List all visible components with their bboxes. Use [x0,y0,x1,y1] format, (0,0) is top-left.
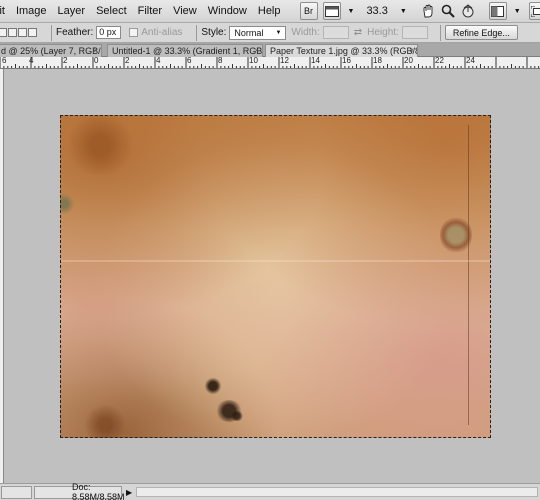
status-bar: Doc: 8.58M/8.58M ▶ [0,482,540,500]
menu-filter[interactable]: Filter [138,5,162,17]
bridge-label: Br [304,6,313,16]
menu-bar: lit Image Layer Select Filter View Windo… [0,0,540,23]
width-input [322,26,349,39]
selection-mode-add-icon[interactable] [8,28,17,37]
tab-label: Paper Texture 1.jpg @ 33.3% (RGB/8#) [270,46,418,56]
ruler-label: 4 [29,57,34,65]
horizontal-scrollbar[interactable] [136,487,539,497]
menu-select[interactable]: Select [96,5,127,17]
ruler-label: 20 [404,57,413,65]
ruler-label: 2 [63,57,68,65]
close-icon[interactable]: × [93,45,98,57]
tab-document-2[interactable]: Untitled-1 @ 33.3% (Gradient 1, RGB/8) *… [107,44,263,57]
tab-label: d @ 25% (Layer 7, RGB/8) * [1,46,101,56]
ruler-label: 4 [156,57,161,65]
zoom-level[interactable]: 33.3 [366,5,387,17]
zoom-field[interactable] [1,485,32,499]
ruler-label: 12 [280,57,289,65]
chevron-down-icon[interactable]: ▼ [514,8,521,15]
fullscreen-icon [531,5,540,17]
menu-edit[interactable]: lit [0,5,5,17]
style-value: Normal [234,27,264,38]
close-icon[interactable]: × [409,45,414,57]
chevron-down-icon[interactable]: ▼ [400,8,407,15]
ruler-label: 14 [311,57,320,65]
doc-size-label: Doc: 8.58M/8.58M [72,482,125,500]
menu-layer[interactable]: Layer [58,5,86,17]
refine-edge-button[interactable]: Refine Edge... [444,25,518,40]
screen-mode-full-button[interactable] [528,2,540,20]
ruler-label: 18 [373,57,382,65]
ruler-label: 22 [435,57,444,65]
antialias-label: Anti-alias [141,27,183,38]
arrange-icon [491,5,505,17]
status-info-field: Doc: 8.58M/8.58M [34,482,125,500]
document-tab-bar: d @ 25% (Layer 7, RGB/8) * × Untitled-1 … [0,43,540,58]
chevron-down-icon: ▼ [275,29,282,36]
selection-mode-new-icon[interactable] [0,28,7,37]
selection-mode-subtract-icon[interactable] [18,28,27,37]
options-separator [196,24,198,41]
style-label: Style: [201,27,227,38]
style-select[interactable]: Normal ▼ [229,25,287,40]
screen-mode-icon [324,5,339,17]
options-separator [439,24,441,41]
ruler-label: 10 [249,57,258,65]
height-input [401,26,428,39]
ruler-ticks [0,57,540,68]
ruler-label: 16 [342,57,351,65]
chevron-down-icon[interactable]: ▼ [348,8,355,15]
rotate-view-icon[interactable] [461,3,475,19]
menu-image[interactable]: Image [16,5,47,17]
menu-window[interactable]: Window [208,5,247,17]
zoom-tool-icon[interactable] [441,3,455,19]
arrange-documents-button[interactable] [488,2,507,20]
tab-document-1[interactable]: d @ 25% (Layer 7, RGB/8) * × [0,44,102,57]
antialias-checkbox[interactable] [129,28,139,37]
feather-label: Feather: [56,27,94,38]
selection-marquee [60,115,491,438]
ruler-label: 0 [94,57,99,65]
options-bar: Feather: 0 px Anti-alias Style: Normal ▼… [0,23,540,43]
tab-label: Untitled-1 @ 33.3% (Gradient 1, RGB/8) * [112,46,263,56]
tab-document-3[interactable]: Paper Texture 1.jpg @ 33.3% (RGB/8#) × [265,44,418,58]
status-menu-arrow[interactable]: ▶ [126,488,132,497]
ruler-label: 8 [218,57,223,65]
ruler-label: 2 [125,57,130,65]
options-separator [51,24,52,41]
bridge-button[interactable]: Br [299,2,318,20]
height-label: Height: [367,27,399,38]
ruler-label: 6 [2,57,7,65]
horizontal-ruler[interactable]: 6 4 2 0 2 4 6 8 10 12 14 16 18 20 22 24 [0,57,540,69]
refine-edge-label: Refine Edge... [452,27,510,38]
menu-help[interactable]: Help [258,5,281,17]
width-label: Width: [291,27,320,38]
hand-tool-icon[interactable] [421,3,435,19]
close-icon[interactable]: × [254,45,259,57]
swap-icon: ⇄ [353,27,363,38]
selection-mode-intersect-icon[interactable] [28,28,37,37]
ruler-label: 24 [466,57,475,65]
feather-input[interactable]: 0 px [96,26,122,39]
screen-mode-button[interactable] [322,2,341,20]
menu-view[interactable]: View [173,5,197,17]
ruler-label: 6 [187,57,192,65]
